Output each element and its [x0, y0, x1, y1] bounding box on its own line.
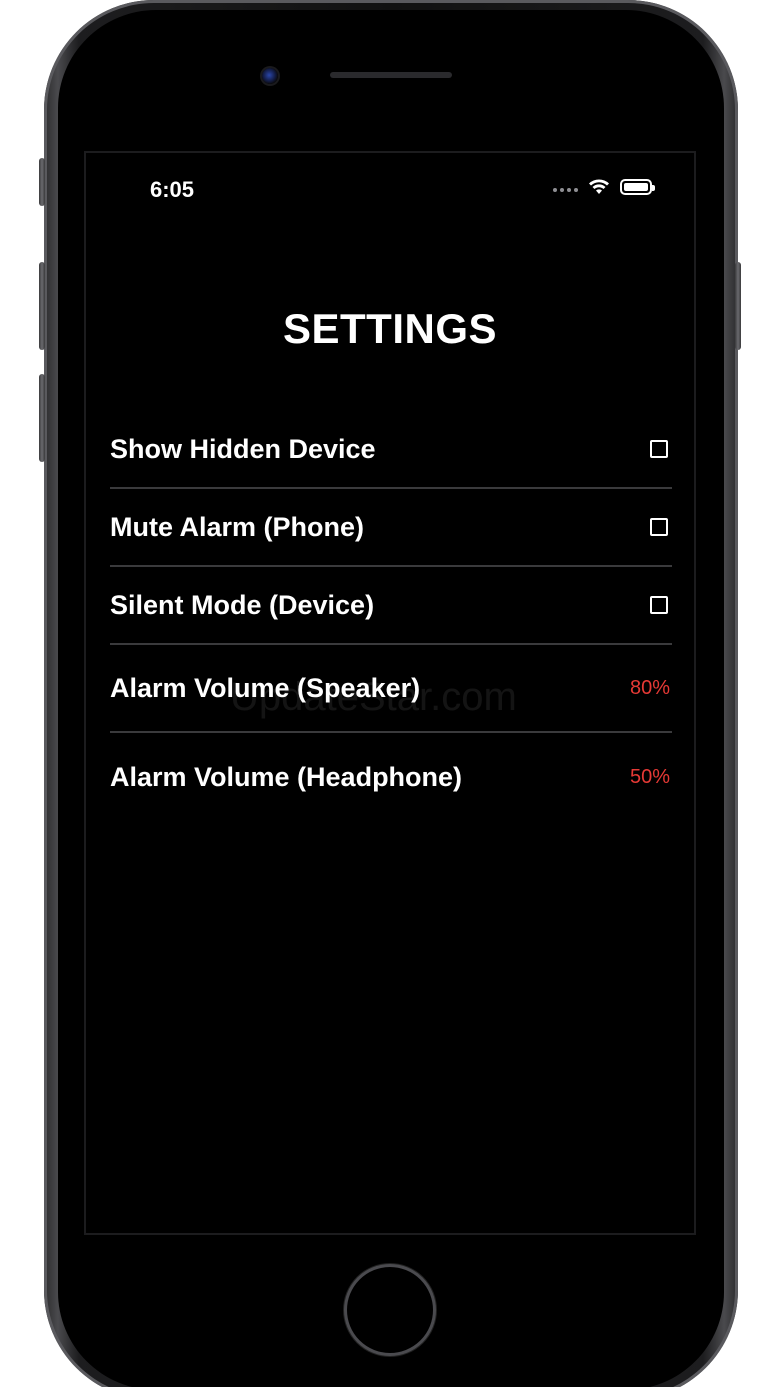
setting-label: Alarm Volume (Headphone) — [110, 761, 463, 792]
power-button — [735, 262, 741, 350]
show-hidden-device-checkbox[interactable] — [650, 440, 668, 458]
setting-label: Alarm Volume (Speaker) — [110, 672, 421, 703]
alarm-volume-speaker-value[interactable]: 80% — [630, 677, 670, 700]
settings-list: Show Hidden Device Mute Alarm (Phone) Si… — [110, 411, 672, 821]
silent-switch — [39, 158, 45, 206]
home-button[interactable] — [344, 1264, 436, 1356]
page-title: SETTINGS — [282, 305, 498, 352]
status-time: 6:05 — [150, 177, 195, 202]
volume-down-button — [39, 374, 45, 462]
volume-up-button — [39, 262, 45, 350]
setting-row-silent-mode[interactable]: Silent Mode (Device) — [110, 567, 672, 645]
setting-row-alarm-volume-headphone[interactable]: Alarm Volume (Headphone) 50% — [110, 733, 672, 821]
earpiece-speaker — [330, 72, 452, 78]
battery-icon — [620, 179, 655, 195]
wifi-icon — [588, 179, 610, 195]
setting-row-alarm-volume-speaker[interactable]: Alarm Volume (Speaker) 80% — [110, 645, 672, 733]
setting-label: Silent Mode (Device) — [110, 589, 375, 620]
device-mockup: 6:05 SETTINGS UpdateStar.com Show Hidden… — [0, 0, 780, 1387]
mute-alarm-checkbox[interactable] — [650, 518, 668, 536]
cellular-signal-icon — [553, 182, 578, 192]
setting-row-show-hidden-device[interactable]: Show Hidden Device — [110, 411, 672, 489]
front-camera-icon — [262, 68, 278, 84]
silent-mode-checkbox[interactable] — [650, 596, 668, 614]
app-screen: 6:05 SETTINGS UpdateStar.com Show Hidden… — [84, 151, 696, 1235]
status-icons — [553, 179, 655, 195]
alarm-volume-headphone-value[interactable]: 50% — [630, 766, 670, 789]
setting-row-mute-alarm[interactable]: Mute Alarm (Phone) — [110, 489, 672, 567]
setting-label: Show Hidden Device — [110, 433, 376, 464]
setting-label: Mute Alarm (Phone) — [110, 511, 365, 542]
